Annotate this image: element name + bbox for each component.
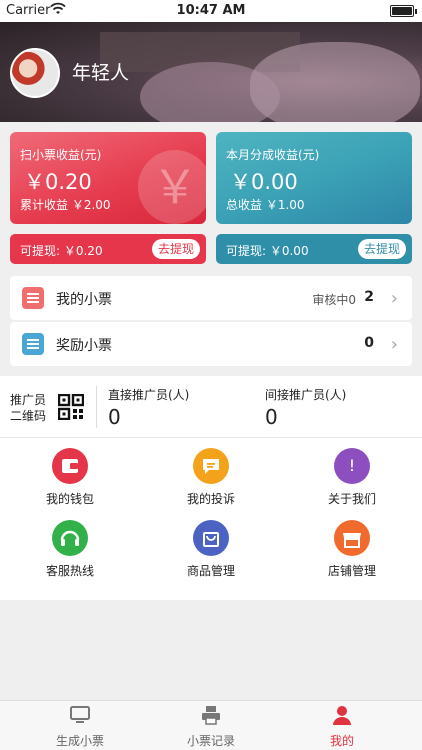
tab-receipt-records[interactable]: 小票记录 <box>141 705 281 749</box>
scan-earnings-total: 累计收益 ￥2.00 <box>20 198 111 212</box>
grid-label: 关于我们 <box>327 492 376 506</box>
scan-earnings-amount: ￥0.20 <box>24 170 92 194</box>
promoter-qr-label-line1: 推广员 <box>10 393 47 407</box>
function-grid: 我的钱包 我的投诉 ! 关于我们 客服热线 商品管理 店铺管理 <box>0 438 422 600</box>
receipt-icon <box>22 287 44 309</box>
chevron-right-icon: › <box>390 288 398 309</box>
divider <box>96 386 97 428</box>
monitor-icon <box>70 706 90 723</box>
grid-item-about[interactable]: ! 关于我们 <box>282 448 422 507</box>
shopping-bag-icon <box>193 520 229 556</box>
scan-earnings-card[interactable]: ￥ 扫小票收益(元) ￥0.20 累计收益 ￥2.00 <box>10 132 206 224</box>
complaint-icon <box>193 448 229 484</box>
grid-label: 客服热线 <box>45 564 94 578</box>
withdrawable-label: 可提现: ￥0.00 <box>226 244 309 258</box>
headset-icon <box>52 520 88 556</box>
grid-item-complaint[interactable]: 我的投诉 <box>141 448 281 507</box>
header-background-shape <box>250 42 420 122</box>
grid-item-wallet[interactable]: 我的钱包 <box>0 448 140 507</box>
reward-receipts-row[interactable]: 奖励小票 0 › <box>10 322 412 366</box>
avatar[interactable] <box>10 48 60 98</box>
withdraw-button[interactable]: 去提现 <box>357 239 406 259</box>
indirect-promoters: 间接推广员(人) 0 <box>265 386 346 429</box>
wallet-icon <box>52 448 88 484</box>
tab-bar: 生成小票 小票记录 我的 <box>0 700 422 750</box>
qr-code-icon[interactable] <box>58 394 84 420</box>
grid-label: 商品管理 <box>186 564 235 578</box>
tab-generate-receipt[interactable]: 生成小票 <box>10 705 150 749</box>
yen-icon: ￥ <box>138 150 206 224</box>
indirect-promoters-label: 间接推广员(人) <box>265 388 347 402</box>
tab-label: 生成小票 <box>55 734 104 748</box>
store-icon <box>334 520 370 556</box>
withdraw-button[interactable]: 去提现 <box>151 239 200 259</box>
my-receipts-row[interactable]: 我的小票 审核中0 2 › <box>10 276 412 320</box>
review-status: 审核中0 <box>312 293 356 307</box>
row-label: 我的小票 <box>56 292 112 308</box>
monthly-earnings-total: 总收益 ￥1.00 <box>226 198 305 212</box>
grid-item-hotline[interactable]: 客服热线 <box>0 520 140 579</box>
tab-me[interactable]: 我的 <box>272 705 412 749</box>
tab-label: 我的 <box>329 734 354 748</box>
info-icon: ! <box>334 448 370 484</box>
clock: 10:47 AM <box>176 3 246 18</box>
direct-promoters: 直接推广员(人) 0 <box>108 386 189 429</box>
row-label: 奖励小票 <box>56 338 112 354</box>
profile-header: 年轻人 <box>0 22 422 122</box>
grid-label: 我的投诉 <box>186 492 235 506</box>
grid-label: 我的钱包 <box>45 492 94 506</box>
row-count: 2 <box>364 289 374 305</box>
printer-icon <box>202 706 220 725</box>
withdrawable-scan: 可提现: ￥0.20 去提现 <box>10 234 206 264</box>
withdrawable-monthly: 可提现: ￥0.00 去提现 <box>216 234 412 264</box>
monthly-earnings-title: 本月分成收益(元) <box>226 148 320 162</box>
row-count: 0 <box>364 335 374 351</box>
person-icon <box>333 706 351 725</box>
grid-label: 店铺管理 <box>327 564 376 578</box>
grid-item-store[interactable]: 店铺管理 <box>282 520 422 579</box>
promoter-section: 推广员 二维码 直接推广员(人) 0 间接推广员(人) 0 <box>0 376 422 438</box>
monthly-earnings-card[interactable]: 本月分成收益(元) ￥0.00 总收益 ￥1.00 <box>216 132 412 224</box>
direct-promoters-value: 0 <box>108 405 121 429</box>
tab-label: 小票记录 <box>186 734 235 748</box>
receipt-icon <box>22 333 44 355</box>
direct-promoters-label: 直接推广员(人) <box>108 388 190 402</box>
scan-earnings-title: 扫小票收益(元) <box>20 148 102 162</box>
grid-item-products[interactable]: 商品管理 <box>141 520 281 579</box>
username: 年轻人 <box>72 62 130 84</box>
battery-icon <box>390 5 417 17</box>
withdrawable-label: 可提现: ￥0.20 <box>20 244 103 258</box>
chevron-right-icon: › <box>390 334 398 355</box>
promoter-qr-label: 推广员 二维码 <box>10 392 46 424</box>
promoter-qr-label-line2: 二维码 <box>10 409 47 423</box>
status-bar: Carrier 10:47 AM <box>0 0 422 22</box>
monthly-earnings-amount: ￥0.00 <box>230 170 298 194</box>
indirect-promoters-value: 0 <box>265 405 278 429</box>
